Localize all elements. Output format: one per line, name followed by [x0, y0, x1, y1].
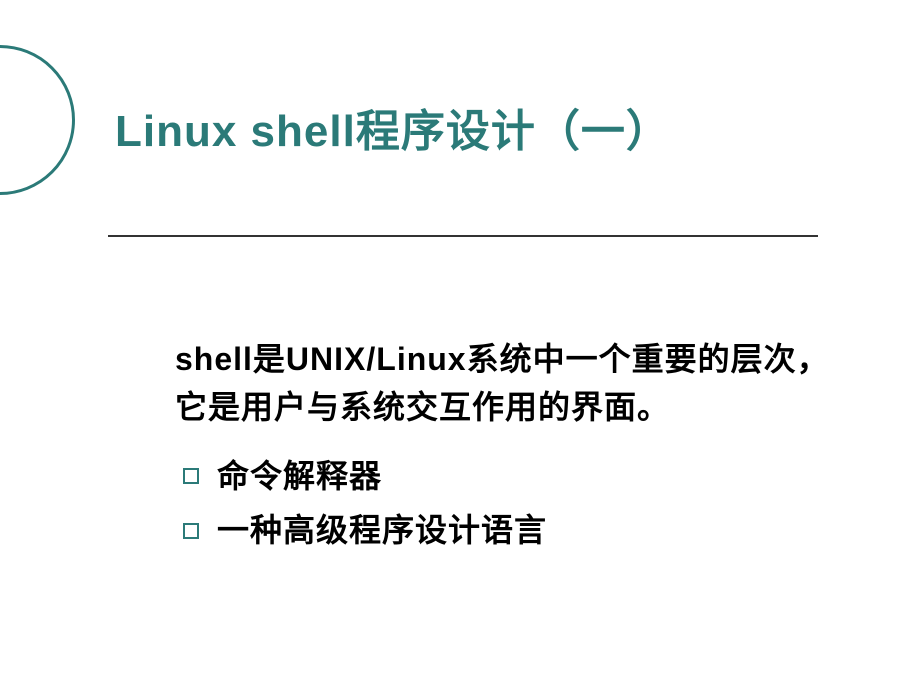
- list-item: 一种高级程序设计语言: [183, 503, 855, 557]
- slide-title: Linux shell程序设计（一）: [115, 95, 671, 159]
- bullet-square-icon: [183, 523, 199, 539]
- title-divider: [108, 235, 818, 237]
- slide-description: shell是UNIX/Linux系统中一个重要的层次，它是用户与系统交互作用的界…: [175, 335, 855, 431]
- slide-content: shell是UNIX/Linux系统中一个重要的层次，它是用户与系统交互作用的界…: [175, 335, 855, 558]
- bullet-text: 命令解释器: [217, 449, 382, 503]
- circle-decoration: [0, 45, 75, 195]
- bullet-list: 命令解释器 一种高级程序设计语言: [175, 449, 855, 558]
- list-item: 命令解释器: [183, 449, 855, 503]
- bullet-square-icon: [183, 468, 199, 484]
- bullet-text: 一种高级程序设计语言: [217, 503, 547, 557]
